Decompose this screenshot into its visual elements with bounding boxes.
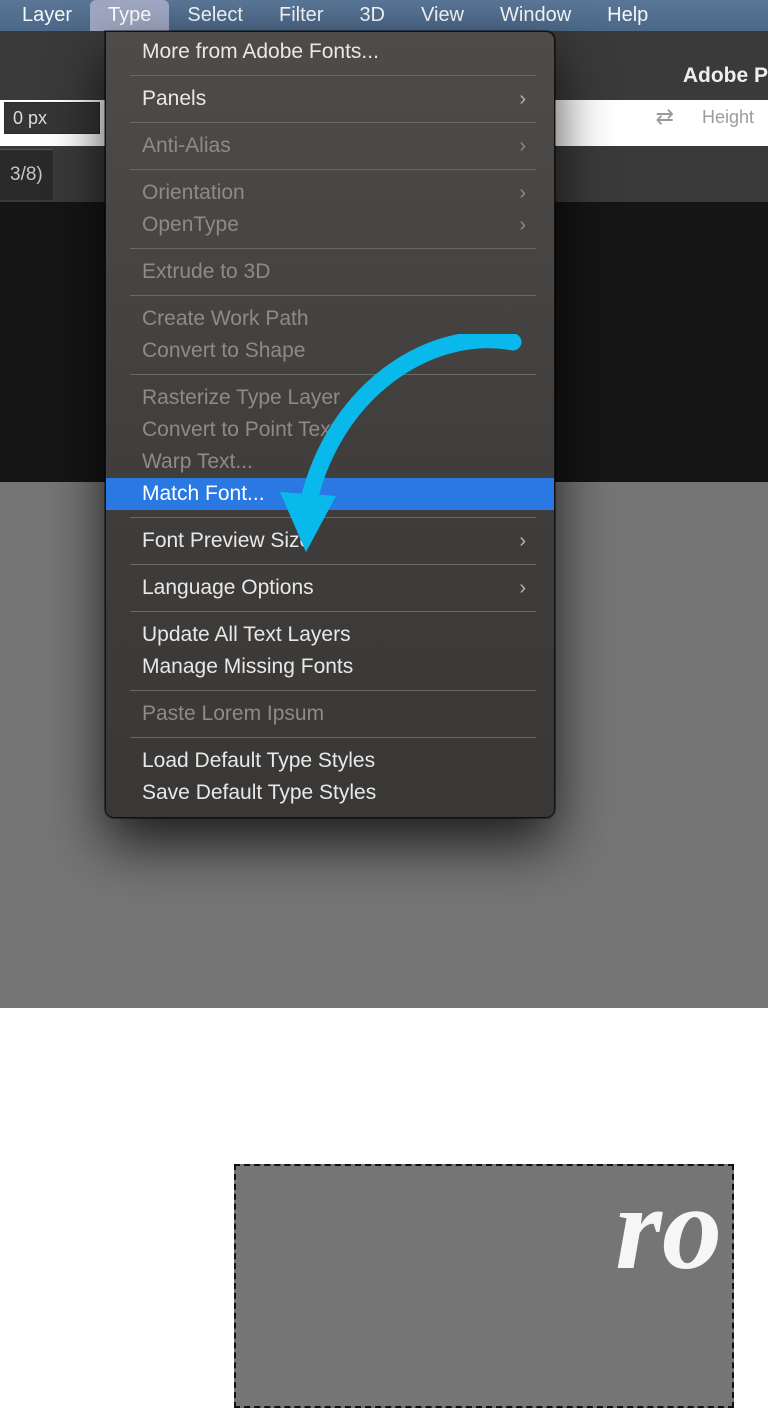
- menu-load-default-type-styles[interactable]: Load Default Type Styles: [106, 745, 554, 777]
- menu-filter[interactable]: Filter: [261, 0, 341, 31]
- height-label: Height: [702, 107, 754, 128]
- chevron-right-icon: ›: [519, 530, 526, 553]
- menu-window[interactable]: Window: [482, 0, 589, 31]
- menu-separator: [130, 517, 536, 518]
- menu-view[interactable]: View: [403, 0, 482, 31]
- chevron-right-icon: ›: [519, 135, 526, 158]
- menu-separator: [130, 374, 536, 375]
- menu-separator: [130, 75, 536, 76]
- menu-layer[interactable]: Layer: [4, 0, 90, 31]
- menu-manage-missing-fonts[interactable]: Manage Missing Fonts: [106, 651, 554, 683]
- type-menu-dropdown: More from Adobe Fonts... Panels› Anti-Al…: [105, 31, 555, 818]
- chevron-right-icon: ›: [519, 577, 526, 600]
- menu-extrude-3d: Extrude to 3D: [106, 256, 554, 288]
- chevron-right-icon: ›: [519, 214, 526, 237]
- menu-warp-text: Warp Text...: [106, 446, 554, 478]
- menu-opentype: OpenType›: [106, 209, 554, 241]
- menu-separator: [130, 611, 536, 612]
- menu-match-font[interactable]: Match Font...: [106, 478, 554, 510]
- menu-separator: [130, 248, 536, 249]
- menu-anti-alias: Anti-Alias›: [106, 130, 554, 162]
- menu-convert-to-shape: Convert to Shape: [106, 335, 554, 367]
- sample-text: ro: [615, 1174, 722, 1282]
- menu-font-preview-size[interactable]: Font Preview Size›: [106, 525, 554, 557]
- menu-paste-lorem-ipsum: Paste Lorem Ipsum: [106, 698, 554, 730]
- menu-type[interactable]: Type: [90, 0, 169, 31]
- menu-create-work-path: Create Work Path: [106, 303, 554, 335]
- menu-separator: [130, 564, 536, 565]
- menu-rasterize-type-layer: Rasterize Type Layer: [106, 382, 554, 414]
- menu-3d[interactable]: 3D: [341, 0, 403, 31]
- menu-orientation: Orientation›: [106, 177, 554, 209]
- swap-icon[interactable]: ⇄: [656, 104, 674, 130]
- menubar: Layer Type Select Filter 3D View Window …: [0, 0, 768, 31]
- menu-separator: [130, 295, 536, 296]
- menu-separator: [130, 737, 536, 738]
- app-name-label: Adobe P: [683, 64, 768, 88]
- menu-update-all-text-layers[interactable]: Update All Text Layers: [106, 619, 554, 651]
- menu-help[interactable]: Help: [589, 0, 666, 31]
- menu-separator: [130, 169, 536, 170]
- document-tab[interactable]: 3/8): [0, 149, 53, 200]
- menu-select[interactable]: Select: [169, 0, 261, 31]
- menu-panels[interactable]: Panels›: [106, 83, 554, 115]
- menu-convert-to-point-text: Convert to Point Text: [106, 414, 554, 446]
- marquee-selection[interactable]: ro: [234, 1164, 734, 1408]
- menu-language-options[interactable]: Language Options›: [106, 572, 554, 604]
- menu-separator: [130, 122, 536, 123]
- chevron-right-icon: ›: [519, 182, 526, 205]
- menu-save-default-type-styles[interactable]: Save Default Type Styles: [106, 777, 554, 809]
- menu-separator: [130, 690, 536, 691]
- chevron-right-icon: ›: [519, 88, 526, 111]
- menu-more-adobe-fonts[interactable]: More from Adobe Fonts...: [106, 36, 554, 68]
- px-input[interactable]: 0 px: [4, 102, 100, 134]
